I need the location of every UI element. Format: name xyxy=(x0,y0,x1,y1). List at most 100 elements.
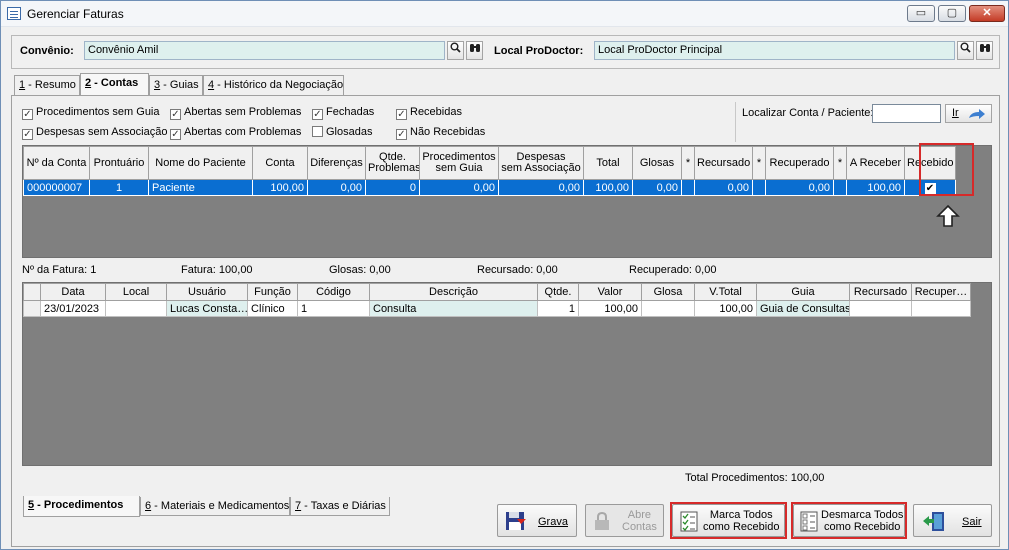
tab-resumo[interactable]: 1 - Resumo xyxy=(14,75,80,95)
tab-taxas[interactable]: 7 - Taxas e Diárias xyxy=(290,497,390,516)
grava-button[interactable]: Grava xyxy=(497,504,577,537)
table-cell[interactable]: 100,00 xyxy=(846,179,905,196)
filter-fechadas[interactable]: ✓ Fechadas xyxy=(312,106,374,120)
tab-contas[interactable]: 2 - Contas xyxy=(80,73,149,95)
column-header[interactable]: Despesas sem Associação xyxy=(498,146,584,180)
column-header[interactable]: Descrição xyxy=(369,283,538,301)
table-cell[interactable]: 1 xyxy=(537,300,579,317)
local-search-button[interactable] xyxy=(957,41,974,60)
table-cell[interactable] xyxy=(833,179,847,196)
column-header[interactable]: Qtde. Problemas xyxy=(365,146,420,180)
table-cell[interactable]: 100,00 xyxy=(583,179,633,196)
localizar-input[interactable] xyxy=(872,104,941,123)
column-header[interactable] xyxy=(23,283,41,301)
local-label: Local ProDoctor: xyxy=(494,45,584,57)
column-header[interactable]: Prontuário xyxy=(89,146,149,180)
table-cell[interactable]: 0 xyxy=(365,179,420,196)
table-cell[interactable]: 0,00 xyxy=(498,179,584,196)
tab-materiais[interactable]: 6 - Materiais e Medicamentos xyxy=(140,497,290,516)
filter-nao-recebidas[interactable]: ✓ Não Recebidas xyxy=(396,126,485,140)
column-header[interactable]: Função xyxy=(247,283,298,301)
window-title: Gerenciar Faturas xyxy=(27,7,124,21)
table-cell[interactable]: 0,00 xyxy=(765,179,834,196)
column-header[interactable]: Qtde. xyxy=(537,283,579,301)
title-bar: Gerenciar Faturas ▭ ▢ ✕ xyxy=(1,1,1008,27)
tab-procedimentos[interactable]: 5 - Procedimentos xyxy=(23,496,140,517)
table-cell[interactable] xyxy=(849,300,912,317)
column-header[interactable]: Usuário xyxy=(166,283,248,301)
table-cell[interactable]: Consulta xyxy=(369,300,538,317)
table-cell[interactable]: 0,00 xyxy=(307,179,366,196)
minimize-button[interactable]: ▭ xyxy=(907,5,935,22)
tab-guias[interactable]: 3 - Guias xyxy=(149,75,203,95)
table-row[interactable]: 000000007 1 Paciente 100,00 0,00 0 0,00 0,00 100… xyxy=(23,179,956,196)
filter-despesas-sem-associacao[interactable]: ✓ Despesas sem Associação xyxy=(22,126,167,140)
table-cell[interactable]: 000000007 xyxy=(23,179,90,196)
column-header[interactable]: Data xyxy=(40,283,106,301)
table-cell[interactable]: 0,00 xyxy=(694,179,753,196)
abre-contas-button[interactable]: Abre Contas xyxy=(585,504,664,537)
convenio-search-button[interactable] xyxy=(447,41,464,60)
filter-abertas-com-problemas[interactable]: ✓ Abertas com Problemas xyxy=(170,126,301,140)
table-cell[interactable]: 23/01/2023 xyxy=(40,300,106,317)
column-header[interactable]: * xyxy=(833,146,847,180)
table-cell[interactable]: 0,00 xyxy=(632,179,682,196)
local-field[interactable]: Local ProDoctor Principal xyxy=(594,41,955,60)
column-header[interactable]: Total xyxy=(583,146,633,180)
table-cell[interactable]: Guia de Consultas xyxy=(756,300,850,317)
table-cell[interactable] xyxy=(641,300,695,317)
table-cell[interactable]: 1 xyxy=(297,300,370,317)
window: Gerenciar Faturas ▭ ▢ ✕ Convênio: Convên… xyxy=(0,0,1009,550)
column-header[interactable]: Código xyxy=(297,283,370,301)
table-cell[interactable] xyxy=(752,179,766,196)
table-cell[interactable]: Lucas Consta… xyxy=(166,300,248,317)
localizar-go-button[interactable]: Ir xyxy=(945,104,992,123)
tab-label: - Procedimentos xyxy=(34,499,124,511)
column-header[interactable]: Recuper… xyxy=(911,283,971,301)
column-header[interactable]: Valor xyxy=(578,283,642,301)
close-button[interactable]: ✕ xyxy=(969,5,1005,22)
table-row[interactable]: 23/01/2023 Lucas Consta… Clínico 1 Consulta 1… xyxy=(23,300,971,317)
filter-procedimentos-sem-guia[interactable]: ✓ Procedimentos sem Guia xyxy=(22,106,160,120)
table-cell[interactable]: 100,00 xyxy=(694,300,757,317)
column-header[interactable]: A Receber xyxy=(846,146,905,180)
column-header[interactable]: Procedimentos sem Guia xyxy=(419,146,499,180)
column-header[interactable]: V.Total xyxy=(694,283,757,301)
table-cell[interactable]: 100,00 xyxy=(252,179,308,196)
table-cell[interactable] xyxy=(911,300,971,317)
column-header[interactable]: Recuperado xyxy=(765,146,834,180)
table-cell[interactable]: Clínico xyxy=(247,300,298,317)
tab-label: - Contas xyxy=(91,77,139,89)
column-header[interactable]: Guia xyxy=(756,283,850,301)
column-header[interactable]: * xyxy=(681,146,695,180)
column-header[interactable]: Nº da Conta xyxy=(23,146,90,180)
column-header[interactable]: Local xyxy=(105,283,167,301)
maximize-button[interactable]: ▢ xyxy=(938,5,966,22)
column-header[interactable]: Nome do Paciente xyxy=(148,146,253,180)
filter-abertas-sem-problemas[interactable]: ✓ Abertas sem Problemas xyxy=(170,106,301,120)
table-cell[interactable] xyxy=(23,300,41,317)
tab-historico[interactable]: 4 - Histórico da Negociação xyxy=(203,75,344,95)
table-cell[interactable]: 100,00 xyxy=(578,300,642,317)
convenio-find-button[interactable] xyxy=(466,41,483,60)
filter-recebidas[interactable]: ✓ Recebidas xyxy=(396,106,462,120)
filter-glosadas[interactable]: Glosadas xyxy=(312,126,372,140)
column-header[interactable]: Diferenças xyxy=(307,146,366,180)
table-cell[interactable] xyxy=(681,179,695,196)
convenio-field[interactable]: Convênio Amil xyxy=(84,41,445,60)
table-cell[interactable]: Paciente xyxy=(148,179,253,196)
column-header[interactable]: Recursado xyxy=(694,146,753,180)
tab-label: - Guias xyxy=(160,79,199,91)
column-header[interactable]: Glosa xyxy=(641,283,695,301)
table-cell[interactable]: 1 xyxy=(89,179,149,196)
checkbox-label: Abertas sem Problemas xyxy=(184,106,302,118)
column-header[interactable]: Recursado xyxy=(849,283,912,301)
arrow-right-icon xyxy=(969,109,985,119)
column-header[interactable]: Glosas xyxy=(632,146,682,180)
column-header[interactable]: Conta xyxy=(252,146,308,180)
table-cell[interactable] xyxy=(105,300,167,317)
sair-button[interactable]: Sair xyxy=(913,504,992,537)
table-cell[interactable]: 0,00 xyxy=(419,179,499,196)
column-header[interactable]: * xyxy=(752,146,766,180)
local-find-button[interactable] xyxy=(976,41,993,60)
